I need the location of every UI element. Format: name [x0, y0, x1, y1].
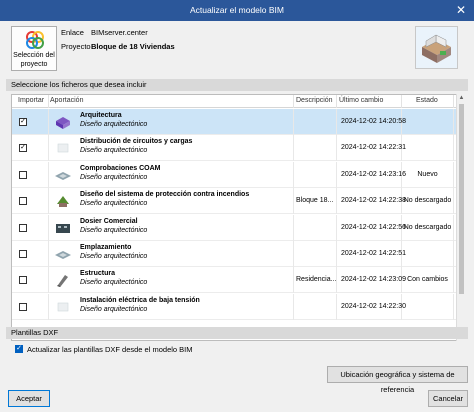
import-checkbox[interactable]: ✓	[19, 144, 27, 153]
file-thumbnail-icon	[57, 302, 69, 312]
file-thumbnail-icon	[55, 251, 71, 259]
table-row[interactable]: Emplazamiento Diseño arquitectónico 2024-1…	[12, 241, 464, 267]
update-dxf-checkbox[interactable]: ✓	[15, 345, 23, 353]
bimserver-logo-icon	[26, 31, 44, 49]
file-date: 2024-12-02 14:23:16	[341, 170, 406, 178]
dialog-body: Selección del proyecto Enlace BIMserver.…	[2, 21, 472, 410]
files-section-header: Seleccione los ficheros que desea inclui…	[6, 79, 468, 91]
file-date: 2024-12-02 14:20:58	[341, 118, 406, 125]
table-row[interactable]: Comprobaciones COAM Diseño arquitectónico…	[12, 161, 464, 188]
import-checkbox[interactable]	[19, 276, 27, 285]
col-estado[interactable]: Estado	[416, 97, 438, 104]
table-row[interactable]: Estructura Diseño arquitectónico Residenci…	[12, 267, 464, 294]
col-aportacion[interactable]: Aportación	[50, 97, 83, 104]
import-checkbox[interactable]	[19, 302, 27, 311]
building-preview-icon	[415, 26, 458, 69]
import-checkbox[interactable]	[19, 223, 27, 232]
col-descripcion[interactable]: Descripción	[296, 97, 333, 104]
file-name: Dosier Comercial	[80, 217, 138, 225]
file-subtitle: Diseño arquitectónico	[80, 279, 148, 287]
table-row[interactable]: ✓ Arquitectura Diseño arquitectónico 2024-1…	[12, 109, 464, 135]
files-table: Importar Aportación Descripción Último c…	[11, 94, 465, 341]
geo-location-button[interactable]: Ubicación geográfica y sistema de refere…	[327, 366, 468, 394]
update-dxf-label[interactable]: Actualizar las plantillas DXF desde el m…	[27, 345, 193, 354]
file-subtitle: Diseño arquitectónico	[80, 253, 148, 260]
cancel-button[interactable]: Cancelar	[428, 390, 468, 407]
file-name: Comprobaciones COAM	[80, 164, 161, 172]
import-checkbox[interactable]	[19, 170, 27, 179]
file-name: Distribución de circuitos y cargas	[80, 138, 193, 146]
file-thumbnail-icon	[57, 196, 69, 208]
table-row[interactable]: Instalación eléctrica de baja tensión Dis…	[12, 293, 464, 320]
table-row[interactable]: Diseño del sistema de protección contra …	[12, 188, 464, 215]
file-name: Emplazamiento	[80, 244, 132, 251]
file-thumbnail-icon	[56, 117, 70, 129]
close-icon[interactable]: ✕	[448, 0, 474, 21]
file-thumbnail-icon	[55, 171, 71, 180]
file-status: No descargado	[403, 223, 452, 231]
file-thumbnail-icon	[57, 144, 69, 153]
file-name: Diseño del sistema de protección contra …	[80, 191, 250, 199]
file-date: 2024-12-02 14:22:56	[341, 223, 406, 231]
file-name: Estructura	[80, 270, 116, 278]
title-bar: Actualizar el modelo BIM ✕	[0, 0, 474, 21]
file-thumbnail-icon	[57, 275, 68, 288]
file-subtitle: Diseño arquitectónico	[80, 121, 148, 128]
file-subtitle: Diseño arquitectónico	[80, 226, 148, 234]
file-subtitle: Diseño arquitectónico	[80, 173, 148, 181]
table-scrollbar[interactable]: ▲ ▼	[456, 94, 465, 341]
file-thumbnail-icon	[56, 223, 70, 233]
table-header: Importar Aportación Descripción Último c…	[12, 95, 464, 108]
file-description: Bloque 18...	[296, 197, 334, 205]
file-date: 2024-12-02 14:22:31	[341, 144, 406, 152]
table-row[interactable]: ✓ Distribución de circuitos y cargas Diseñ…	[12, 135, 464, 162]
file-subtitle: Diseño arquitectónico	[80, 200, 148, 208]
file-status: Nuevo	[417, 170, 438, 178]
import-checkbox[interactable]: ✓	[19, 118, 27, 126]
import-checkbox[interactable]	[19, 197, 27, 206]
window-title: Actualizar el modelo BIM	[189, 5, 284, 15]
import-checkbox[interactable]	[19, 250, 27, 258]
accept-button[interactable]: Aceptar	[8, 390, 50, 407]
project-name: Bloque de 18 Viviendas	[91, 42, 175, 51]
link-value: BIMserver.center	[91, 28, 148, 37]
scroll-thumb[interactable]	[459, 104, 464, 294]
col-import[interactable]: Importar	[18, 97, 44, 104]
dxf-section-header: Plantillas DXF	[6, 327, 468, 339]
project-label: Proyecto	[61, 42, 91, 51]
file-subtitle: Diseño arquitectónico	[80, 305, 148, 313]
link-label: Enlace	[61, 28, 84, 37]
col-ultimo-cambio[interactable]: Último cambio	[339, 97, 383, 104]
file-date: 2024-12-02 14:22:51	[341, 250, 406, 257]
file-subtitle: Diseño arquitectónico	[80, 147, 148, 155]
select-project-label: Selección del proyecto	[13, 52, 55, 68]
table-row[interactable]: Dosier Comercial Diseño arquitectónico 202…	[12, 214, 464, 241]
scroll-up-icon[interactable]: ▲	[457, 95, 466, 101]
file-status: No descargado	[403, 197, 452, 205]
file-status: Con cambios	[407, 276, 448, 284]
file-date: 2024-12-02 14:22:38	[341, 197, 406, 205]
file-name: Instalación eléctrica de baja tensión	[80, 296, 200, 304]
file-date: 2024-12-02 14:22:30	[341, 302, 406, 310]
file-name: Arquitectura	[80, 112, 122, 119]
select-project-button[interactable]: Selección del proyecto	[11, 26, 57, 71]
file-date: 2024-12-02 14:23:09	[341, 276, 406, 284]
file-description: Residencia...	[296, 276, 337, 284]
